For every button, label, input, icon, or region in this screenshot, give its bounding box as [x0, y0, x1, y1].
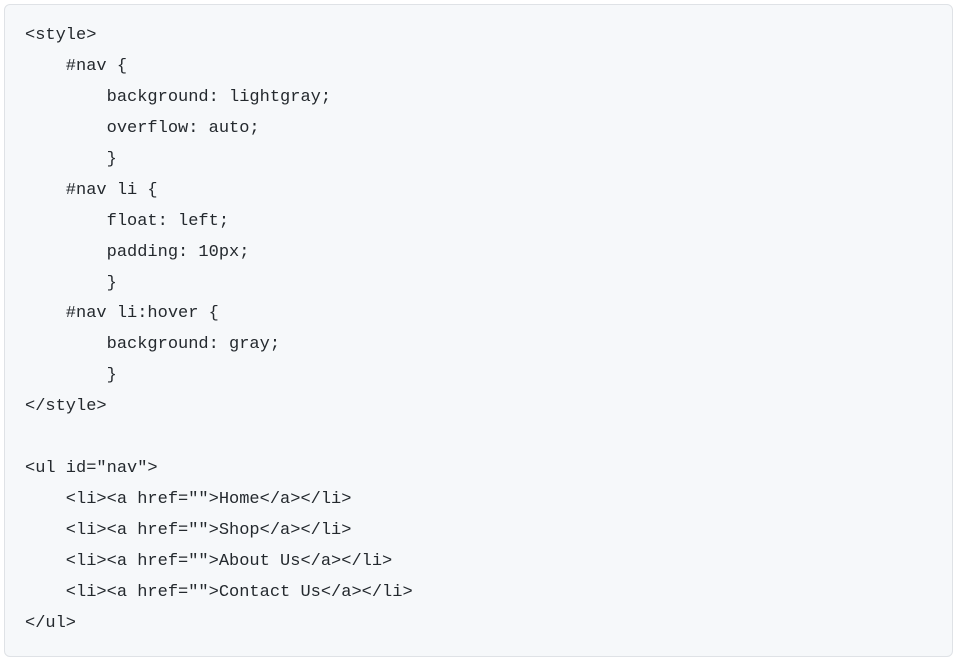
code-content: <style> #nav { background: lightgray; ov… — [25, 21, 932, 640]
code-block: <style> #nav { background: lightgray; ov… — [4, 4, 953, 657]
